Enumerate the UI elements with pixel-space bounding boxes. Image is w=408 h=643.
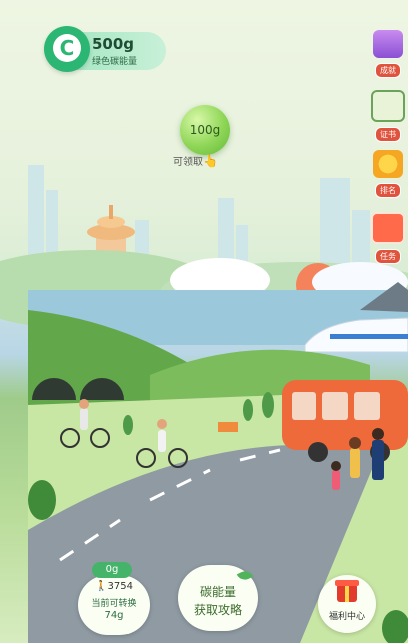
energy-balance[interactable]: C 500g 绿色碳能量 (44, 26, 166, 72)
hand-pointer-icon: 👆 (203, 154, 218, 168)
convert-label: 当前可转换 (91, 599, 137, 609)
side-tasks-button[interactable]: 任务 (370, 212, 406, 264)
trophy-icon (373, 30, 403, 58)
claim-label: 可领取 (173, 157, 203, 168)
gift-icon (335, 580, 359, 602)
steps-convert-button[interactable]: 0g 🚶3754 当前可转换 74g (78, 562, 150, 635)
guide-line-1: 碳能量 (199, 585, 236, 599)
app-screen: C 500g 绿色碳能量 100g 可领取👆 成就 证书 排名 任务 0g 🚶3… (0, 0, 408, 643)
walker-icon: 🚶 (95, 581, 108, 592)
energy-guide-button[interactable]: 碳能量 获取攻略 (178, 565, 258, 631)
energy-label: 绿色碳能量 (92, 57, 138, 67)
steps-energy-chip: 0g (92, 562, 132, 578)
side-certificate-button[interactable]: 证书 (370, 90, 406, 142)
energy-amount: 500g (92, 35, 135, 53)
medal-icon (373, 150, 403, 178)
energy-bubble[interactable]: 100g (180, 105, 230, 155)
side-achievement-button[interactable]: 成就 (370, 30, 406, 78)
landscape-scene (0, 165, 408, 643)
step-count-value: 3754 (107, 581, 133, 592)
certificate-icon (371, 90, 405, 122)
convert-value: 74g (104, 610, 124, 621)
bus-icon (282, 380, 408, 462)
side-certificate-label: 证书 (375, 127, 401, 142)
calendar-icon (371, 212, 405, 244)
side-achievement-label: 成就 (375, 63, 401, 78)
welfare-center-button[interactable]: 福利中心 (318, 575, 376, 633)
side-ranking-label: 排名 (375, 183, 401, 198)
signpost-icon (218, 422, 238, 432)
step-count: 🚶3754 (78, 581, 150, 592)
claim-hint: 可领取👆 (173, 153, 218, 168)
side-ranking-button[interactable]: 排名 (370, 150, 406, 198)
welfare-label: 福利中心 (328, 612, 365, 622)
side-tasks-label: 任务 (375, 249, 401, 264)
guide-line-2: 获取攻略 (193, 603, 242, 617)
carbon-logo-icon: C (44, 26, 90, 72)
